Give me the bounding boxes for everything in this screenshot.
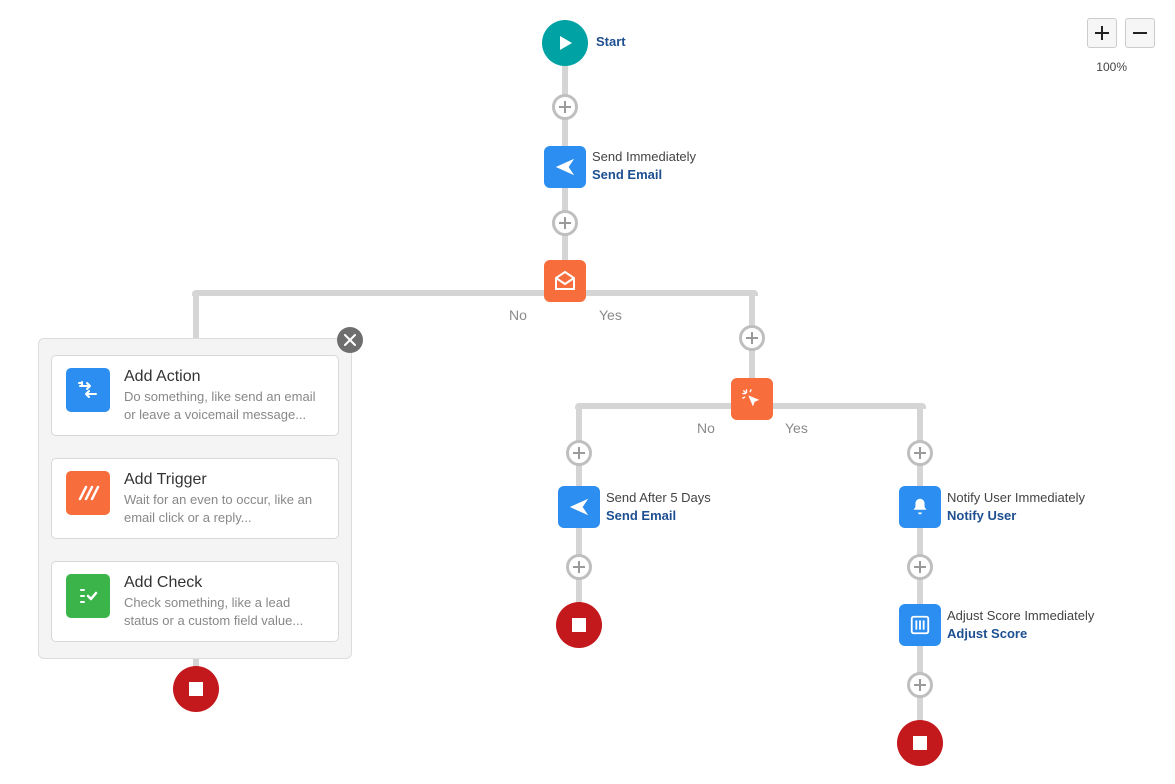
node-title: Notify User (947, 507, 1085, 525)
zoom-in-button[interactable] (1087, 18, 1117, 48)
adjust-score-node[interactable] (899, 604, 941, 646)
zoom-controls (1087, 18, 1155, 48)
zoom-out-button[interactable] (1125, 18, 1155, 48)
plus-icon (1095, 26, 1109, 40)
connector (195, 290, 755, 296)
close-icon (344, 334, 356, 346)
node-subtitle: Send Immediately (592, 148, 696, 166)
stop-node[interactable] (897, 720, 943, 766)
stop-node[interactable] (173, 666, 219, 712)
add-step-button[interactable] (907, 554, 933, 580)
branch-no-label: No (509, 307, 527, 323)
option-desc: Wait for an even to occur, like an email… (124, 491, 324, 526)
check-icon (76, 584, 100, 608)
minus-icon (1133, 26, 1147, 40)
stop-icon (572, 618, 586, 632)
play-icon (556, 34, 574, 52)
add-check-option[interactable]: Add Check Check something, like a lead s… (51, 561, 339, 642)
add-step-button[interactable] (552, 94, 578, 120)
action-icon (76, 378, 100, 402)
start-label: Start (596, 33, 626, 51)
option-title: Add Action (124, 368, 324, 386)
add-step-popup: Add Action Do something, like send an em… (38, 338, 352, 659)
mail-open-icon (553, 269, 577, 293)
popup-close-button[interactable] (337, 327, 363, 353)
stop-icon (913, 736, 927, 750)
branch-yes-label: Yes (785, 420, 808, 436)
start-node[interactable] (542, 20, 588, 66)
node-subtitle: Notify User Immediately (947, 489, 1085, 507)
add-step-button[interactable] (566, 554, 592, 580)
send-email-delayed-node[interactable] (558, 486, 600, 528)
node-subtitle: Send After 5 Days (606, 489, 711, 507)
add-step-button[interactable] (907, 440, 933, 466)
add-step-button[interactable] (907, 672, 933, 698)
score-icon (909, 614, 931, 636)
branch-yes-label: Yes (599, 307, 622, 323)
branch-no-label: No (697, 420, 715, 436)
notify-user-node[interactable] (899, 486, 941, 528)
add-step-button[interactable] (552, 210, 578, 236)
option-title: Add Check (124, 574, 324, 592)
add-step-button[interactable] (739, 325, 765, 351)
stop-node[interactable] (556, 602, 602, 648)
node-title: Send Email (606, 507, 711, 525)
option-desc: Check something, like a lead status or a… (124, 594, 324, 629)
click-trigger-node[interactable] (731, 378, 773, 420)
cursor-click-icon (741, 388, 763, 410)
send-email-node[interactable] (544, 146, 586, 188)
add-trigger-option[interactable]: Add Trigger Wait for an even to occur, l… (51, 458, 339, 539)
add-action-option[interactable]: Add Action Do something, like send an em… (51, 355, 339, 436)
trigger-icon (76, 481, 100, 505)
send-icon (554, 156, 576, 178)
bell-icon (909, 496, 931, 518)
add-step-button[interactable] (566, 440, 592, 466)
workflow-canvas[interactable]: 100% Start Send Immediately Send Email (0, 0, 1175, 784)
zoom-level-label: 100% (1096, 60, 1127, 74)
email-open-trigger-node[interactable] (544, 260, 586, 302)
node-title: Adjust Score (947, 625, 1094, 643)
node-title: Send Email (592, 166, 696, 184)
option-title: Add Trigger (124, 471, 324, 489)
node-subtitle: Adjust Score Immediately (947, 607, 1094, 625)
send-icon (568, 496, 590, 518)
stop-icon (189, 682, 203, 696)
option-desc: Do something, like send an email or leav… (124, 388, 324, 423)
